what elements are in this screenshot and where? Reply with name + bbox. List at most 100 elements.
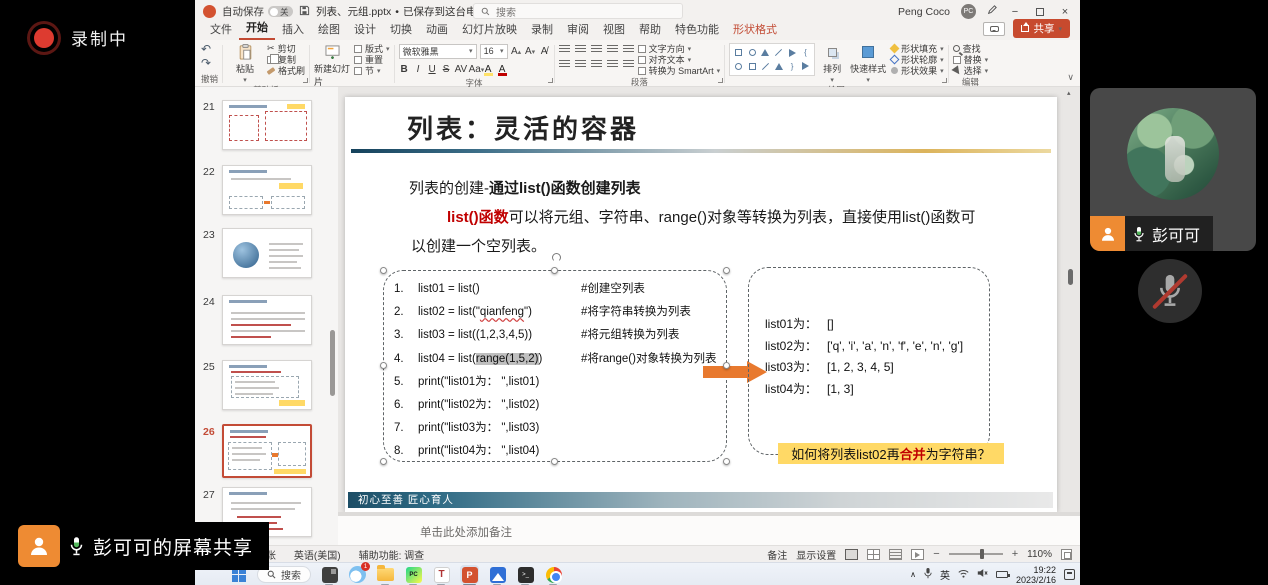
resize-handle[interactable] <box>551 267 558 274</box>
terminal-icon[interactable]: >_ <box>516 565 535 584</box>
participant-video-tile[interactable]: 彭可可 <box>1090 88 1256 251</box>
tab-design[interactable]: 设计 <box>347 21 383 40</box>
wifi-icon[interactable] <box>958 569 969 581</box>
fit-slide-button[interactable] <box>1061 549 1072 560</box>
tab-view[interactable]: 视图 <box>596 21 632 40</box>
normal-view-button[interactable] <box>845 549 858 560</box>
format-painter-button[interactable]: 格式刷 <box>267 65 305 76</box>
align-center-button[interactable] <box>575 60 586 69</box>
clear-format-button[interactable]: A̸ <box>539 46 550 57</box>
tab-record[interactable]: 录制 <box>524 21 560 40</box>
tray-mic-icon[interactable] <box>924 568 932 582</box>
resize-handle[interactable] <box>380 362 387 369</box>
slide-sorter-view-button[interactable] <box>867 549 880 560</box>
scrollbar-thumb[interactable] <box>1068 269 1073 285</box>
dialog-launcher-icon[interactable] <box>718 78 723 83</box>
grow-font-button[interactable]: A▴ <box>511 46 522 57</box>
align-right-button[interactable] <box>591 60 602 69</box>
font-name-select[interactable]: 微软雅黑▾ <box>399 44 477 59</box>
underline-button[interactable]: U <box>427 64 438 75</box>
display-settings-button[interactable]: 显示设置 <box>796 547 836 562</box>
thumbnail-slide-22[interactable] <box>222 165 312 215</box>
pycharm-icon[interactable]: PC <box>404 565 423 584</box>
thumbnail-slide-21[interactable] <box>222 100 312 150</box>
thumbnail-scrollbar[interactable] <box>330 330 335 396</box>
dialog-launcher-icon[interactable] <box>548 78 553 83</box>
language-indicator[interactable]: 英语(美国) <box>294 547 341 562</box>
numbering-button[interactable] <box>575 45 586 54</box>
volume-muted-icon[interactable] <box>977 568 988 581</box>
tab-animations[interactable]: 动画 <box>419 21 455 40</box>
microphone-muted-button[interactable] <box>1138 259 1202 323</box>
zoom-slider[interactable] <box>949 553 1003 555</box>
dialog-launcher-icon[interactable] <box>942 78 947 83</box>
justify-button[interactable] <box>607 60 618 69</box>
resize-handle[interactable] <box>723 362 730 369</box>
notes-toggle[interactable]: 备注 <box>767 547 787 562</box>
decrease-indent-button[interactable] <box>591 45 602 54</box>
zoom-level[interactable]: 110% <box>1027 549 1052 560</box>
resize-handle[interactable] <box>723 267 730 274</box>
section-button[interactable]: 节▾ <box>354 65 390 76</box>
maximize-button[interactable] <box>1033 8 1047 16</box>
thumbnail-slide-24[interactable] <box>222 295 312 345</box>
notification-center-icon[interactable] <box>1064 569 1075 580</box>
weather-widget-icon[interactable]: 1 <box>348 565 367 584</box>
output-textbox[interactable]: list01为：[] list02为：['q', 'i', 'a', 'n', … <box>748 267 990 455</box>
app-blue-icon[interactable] <box>488 565 507 584</box>
resize-handle[interactable] <box>380 458 387 465</box>
slideshow-button[interactable] <box>911 549 924 560</box>
code-textbox[interactable]: 1.list01 = list()#创建空列表 2.list02 = list(… <box>383 270 727 462</box>
font-color-button[interactable]: A <box>497 64 508 75</box>
autosave-switch[interactable]: 关 <box>268 6 293 17</box>
thumbnail-slide-26-selected[interactable] <box>222 424 312 478</box>
smartart-button[interactable]: 转换为 SmartArt▾ <box>638 65 721 76</box>
ime-indicator[interactable]: 英 <box>940 567 950 582</box>
minimize-button[interactable]: − <box>1008 6 1022 18</box>
thumbnail-slide-25[interactable] <box>222 360 312 410</box>
tab-shape-format[interactable]: 形状格式 <box>726 21 784 40</box>
tab-file[interactable]: 文件 <box>203 21 239 40</box>
shapes-gallery[interactable]: { } <box>729 43 815 76</box>
save-icon[interactable] <box>299 5 310 19</box>
tab-slideshow[interactable]: 幻灯片放映 <box>455 21 524 40</box>
chrome-icon[interactable] <box>544 565 563 584</box>
resize-handle[interactable] <box>380 267 387 274</box>
shrink-font-button[interactable]: A▾ <box>525 46 536 57</box>
avatar[interactable]: PC <box>961 4 976 19</box>
bullets-button[interactable] <box>559 45 570 54</box>
change-case-button[interactable]: Aa▾ <box>469 64 480 75</box>
comments-button[interactable] <box>983 22 1005 36</box>
arrange-button[interactable]: 排列 ▾ <box>819 43 845 84</box>
resize-handle[interactable] <box>551 458 558 465</box>
slide-canvas[interactable]: 列表：灵活的容器 列表的创建-通过list()函数创建列表 list()函数可以… <box>345 97 1057 512</box>
battery-icon[interactable] <box>996 571 1008 578</box>
tab-review[interactable]: 审阅 <box>560 21 596 40</box>
line-spacing-button[interactable] <box>623 45 634 54</box>
shape-effects-button[interactable]: 形状效果▾ <box>891 65 944 76</box>
zoom-in-button[interactable]: + <box>1012 548 1018 560</box>
bold-button[interactable]: B <box>399 64 410 75</box>
tab-help[interactable]: 帮助 <box>632 21 668 40</box>
zoom-slider-thumb[interactable] <box>980 549 984 559</box>
dialog-launcher-icon[interactable] <box>303 78 308 83</box>
select-button[interactable]: 选择▾ <box>953 65 989 76</box>
question-callout[interactable]: 如何将列表list02再合并为字符串？ <box>778 443 1004 464</box>
tab-home[interactable]: 开始 <box>239 19 275 40</box>
clock[interactable]: 19:22 2023/2/16 <box>1016 565 1056 585</box>
tab-insert[interactable]: 插入 <box>275 21 311 40</box>
quick-styles-button[interactable]: 快速样式 ▾ <box>849 43 887 84</box>
scroll-up-icon[interactable]: ▴ <box>1067 89 1071 97</box>
hidden-icons-chevron[interactable]: ∧ <box>910 570 916 579</box>
undo-button[interactable]: ↶ <box>201 43 211 56</box>
new-slide-button[interactable]: 新建幻灯片 <box>314 43 350 88</box>
share-button[interactable]: 共享 ▾ <box>1013 19 1070 38</box>
italic-button[interactable]: I <box>413 64 424 75</box>
rotate-handle-icon[interactable] <box>552 253 561 262</box>
zoom-out-button[interactable]: − <box>933 548 939 560</box>
account-name[interactable]: Peng Coco <box>898 6 950 18</box>
resize-handle[interactable] <box>723 458 730 465</box>
redo-button[interactable]: ↷ <box>201 57 211 70</box>
tab-special-features[interactable]: 特色功能 <box>668 21 726 40</box>
columns-button[interactable] <box>623 60 634 69</box>
